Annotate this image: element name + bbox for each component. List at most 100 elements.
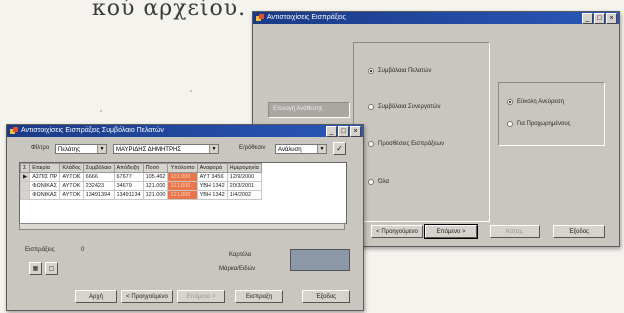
main-window-title: Αντιστοιχίσεις Εισπράξεις — [267, 14, 346, 21]
option-label: Συμβόλαια Συνεργατών — [378, 104, 441, 110]
table-cell[interactable]: 34679 — [113, 181, 144, 191]
client-select[interactable]: ΜΑΥΡΙΔΗΣ ΔΗΜΗΤΡΗΣ ▼ — [113, 144, 219, 154]
contracts-grid[interactable]: Σ Εταιρία Κλάδος Συμβόλαιο Απόδειξη Ποσό… — [19, 162, 347, 224]
next-button[interactable]: Επόμενο > — [177, 290, 225, 303]
table-cell-highlighted[interactable]: 121.000 — [167, 190, 198, 200]
table-cell[interactable]: ΥΒΗ 1342 — [196, 190, 228, 200]
close-icon[interactable]: × — [350, 126, 361, 137]
filter-label: Φίλτρο — [31, 145, 50, 151]
table-cell[interactable]: 105.462 — [142, 172, 169, 182]
table-cell[interactable]: ΑΥΤ 3456 — [196, 172, 228, 182]
radio-icon[interactable] — [507, 99, 513, 105]
table-cell[interactable]: 20/3/2001 — [226, 181, 262, 191]
paper-speck — [190, 90, 192, 92]
table-cell[interactable]: ΑΥΤΟΚ — [59, 172, 84, 182]
side-label-panel: Επιλογή Ανάθεσης — [268, 102, 350, 118]
radio-icon[interactable] — [368, 68, 374, 74]
current-row-indicator-icon: ▶ — [20, 172, 31, 182]
table-cell[interactable]: ΑΣΠΙΣ ΠΡ — [29, 172, 61, 182]
filter-select-value: Πελάτης — [58, 147, 80, 153]
option-partner-contracts[interactable]: Συμβόλαια Συνεργατών — [368, 104, 440, 110]
minimize-icon[interactable]: _ — [326, 126, 337, 137]
radio-icon[interactable] — [507, 121, 513, 127]
column-header[interactable]: Απόδειξη — [113, 163, 144, 173]
option-client-contracts[interactable]: Συμβόλαια Πελατών — [368, 68, 431, 74]
paper-speck — [100, 110, 102, 112]
chevron-down-icon[interactable]: ▼ — [97, 145, 106, 153]
maximize-icon[interactable]: □ — [338, 126, 349, 137]
column-header[interactable]: Ποσό — [142, 163, 169, 173]
column-header[interactable]: Ημερομηνία — [226, 163, 262, 173]
exit-button[interactable]: Έξοδος — [302, 290, 350, 303]
table-cell-highlighted[interactable]: 101.000 — [167, 172, 198, 182]
main-exit-button[interactable]: Έξοδος — [553, 225, 605, 238]
option-label: Για Προχωρημένους — [517, 121, 571, 127]
prev-button[interactable]: < Προηγούμενο — [121, 290, 173, 303]
filter-select[interactable]: Πελάτης ▼ — [55, 144, 107, 154]
option-label: Εύκολη Ανεύρεση — [517, 99, 565, 105]
table-cell[interactable]: ΦΩΝΙΚΑΣ — [29, 190, 61, 200]
table-row[interactable]: ΦΩΝΙΚΑΣ ΑΥΤΟΚ 13491394 13491134 121.000 … — [20, 190, 262, 200]
sort-select-value: Ανάλυση — [278, 147, 302, 153]
balance-label: Μάρκα/Ειδών — [219, 266, 256, 272]
table-cell[interactable]: 13491394 — [82, 190, 115, 200]
main-next-button[interactable]: Επόμενο > — [424, 224, 478, 239]
table-cell[interactable]: ΥΒΗ 1342 — [196, 181, 228, 191]
table-cell[interactable]: 67677 — [113, 172, 144, 182]
column-header[interactable]: Υπόλοιπο — [167, 163, 198, 173]
grid-horizontal-scrollbar[interactable] — [19, 223, 345, 230]
table-cell[interactable]: 12/9/2000 — [226, 172, 262, 182]
column-header[interactable]: Αναφορά — [196, 163, 228, 173]
minimize-icon[interactable]: _ — [582, 13, 593, 24]
table-cell[interactable]: 121.000 — [142, 190, 169, 200]
option-label: Όλα — [378, 179, 390, 185]
options-right-panel: Εύκολη Ανεύρεση Για Προχωρημένους — [498, 82, 605, 146]
summary-box — [290, 249, 350, 271]
check-icon[interactable]: ✓ — [333, 142, 346, 155]
radio-icon[interactable] — [368, 179, 374, 185]
grid-corner: Σ — [20, 163, 31, 173]
column-header[interactable]: Εταιρία — [29, 163, 61, 173]
table-cell[interactable]: 232423 — [82, 181, 115, 191]
table-cell[interactable]: ΑΥΤΟΚ — [59, 181, 84, 191]
radio-icon[interactable] — [368, 104, 374, 110]
table-cell[interactable]: 13491134 — [113, 190, 144, 200]
table-row[interactable]: ΦΩΝΙΚΑΣ ΑΥΤΟΚ 232423 34679 121.000 121.0… — [20, 181, 262, 191]
table-cell[interactable]: ΑΥΤΟΚ — [59, 190, 84, 200]
grid-view-icon[interactable]: ▦ — [29, 262, 42, 275]
options-left-panel: Συμβόλαια Πελατών Συμβόλαια Συνεργατών Π… — [353, 42, 490, 222]
table-row[interactable]: ▶ ΑΣΠΙΣ ΠΡ ΑΥΤΟΚ 6666 67677 105.462 101.… — [20, 172, 262, 182]
row-indicator — [20, 190, 31, 200]
table-cell[interactable]: 121.000 — [142, 181, 169, 191]
app-icon — [10, 127, 18, 134]
chevron-down-icon[interactable]: ▼ — [209, 145, 218, 153]
contracts-window-titlebar[interactable]: Αντιστοιχίσεις Εισπράξεις Συμβόλαιο Πελα… — [7, 125, 363, 137]
client-select-value: ΜΑΥΡΙΔΗΣ ΔΗΜΗΤΡΗΣ — [116, 147, 181, 153]
table-cell[interactable]: ΦΩΝΙΚΑΣ — [29, 181, 61, 191]
table-cell-highlighted[interactable]: 121.000 — [167, 181, 198, 191]
close-icon[interactable]: × — [606, 13, 617, 24]
option-advanced[interactable]: Για Προχωρημένους — [507, 121, 571, 127]
total-label: Καρτέλα — [229, 252, 252, 258]
collect-button[interactable]: Εισπραξη — [235, 290, 283, 303]
side-label: Επιλογή Ανάθεσης — [273, 106, 323, 112]
option-all[interactable]: Όλα — [368, 179, 389, 185]
table-cell[interactable]: 6666 — [82, 172, 115, 182]
main-prev-button[interactable]: < Προηγούμενο — [371, 225, 423, 238]
sort-select[interactable]: Ανάλυση ▼ — [275, 144, 327, 154]
sort-label: Ε/ρόθεσιν — [239, 145, 266, 151]
option-easy-search[interactable]: Εύκολη Ανεύρεση — [507, 99, 564, 105]
app-icon — [256, 14, 264, 21]
column-header[interactable]: Κλάδος — [59, 163, 84, 173]
radio-icon[interactable] — [368, 141, 374, 147]
maximize-icon[interactable]: □ — [594, 13, 605, 24]
column-header[interactable]: Συμβόλαιο — [82, 163, 115, 173]
chevron-down-icon[interactable]: ▼ — [317, 145, 326, 153]
form-view-icon[interactable]: ▢ — [45, 262, 58, 275]
option-receipt-additions[interactable]: Προσθέσεις Εισπράξεων — [368, 141, 444, 147]
table-cell[interactable]: 1/4/2002 — [226, 190, 262, 200]
main-finish-button[interactable]: Καταχ. — [490, 225, 540, 238]
grid-header-row: Σ Εταιρία Κλάδος Συμβόλαιο Απόδειξη Ποσό… — [20, 163, 262, 173]
start-button[interactable]: Αρχή — [75, 290, 117, 303]
main-window-titlebar[interactable]: Αντιστοιχίσεις Εισπράξεις _ □ × — [253, 12, 619, 24]
